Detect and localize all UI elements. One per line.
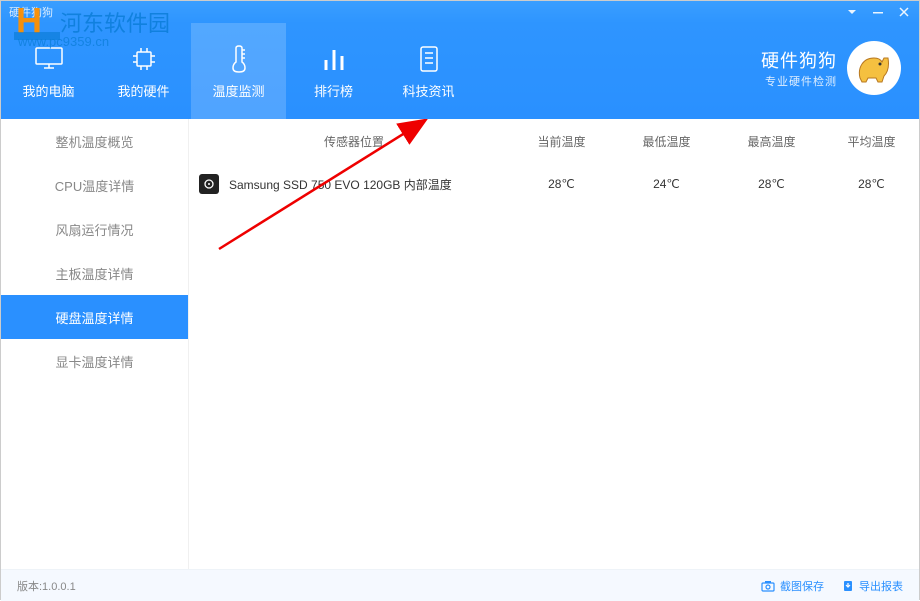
sidebar-item-gpu[interactable]: 显卡温度详情 (1, 339, 188, 383)
sidebar-item-label: 风扇运行情况 (55, 220, 133, 239)
bars-icon (318, 43, 350, 75)
nav-my-computer[interactable]: 我的电脑 (1, 23, 96, 119)
screenshot-button[interactable]: 截图保存 (761, 578, 824, 594)
version-text: 版本:1.0.0.1 (17, 578, 76, 594)
nav-label: 温度监测 (212, 81, 264, 100)
disk-icon (199, 174, 219, 194)
nav-technews[interactable]: 科技资讯 (381, 23, 476, 119)
sensor-name: Samsung SSD 750 EVO 120GB 内部温度 (229, 176, 452, 193)
col-header-max: 最高温度 (719, 133, 824, 150)
cell-avg: 28℃ (824, 177, 919, 191)
brand: 硬件狗狗 专业硬件检测 (761, 41, 901, 95)
nav-my-hardware[interactable]: 我的硬件 (96, 23, 191, 119)
main-nav: 我的电脑 我的硬件 温度监测 排行榜 科技资讯 (1, 23, 476, 119)
table-header: 传感器位置 当前温度 最低温度 最高温度 平均温度 (189, 119, 919, 163)
chip-icon (128, 43, 160, 75)
window-title: 硬件狗狗 (9, 4, 53, 20)
sidebar-item-label: 显卡温度详情 (55, 352, 133, 371)
minimize-icon[interactable] (871, 5, 885, 19)
menu-icon[interactable] (845, 5, 859, 19)
sidebar-item-label: 整机温度概览 (55, 132, 133, 151)
col-header-avg: 平均温度 (824, 133, 919, 150)
export-icon (842, 580, 854, 592)
sidebar-item-mainboard[interactable]: 主板温度详情 (1, 251, 188, 295)
nav-ranking[interactable]: 排行榜 (286, 23, 381, 119)
cell-current: 28℃ (509, 177, 614, 191)
cell-max: 28℃ (719, 177, 824, 191)
nav-temperature[interactable]: 温度监测 (191, 23, 286, 119)
export-label: 导出报表 (859, 578, 903, 594)
sidebar-item-cpu[interactable]: CPU温度详情 (1, 163, 188, 207)
nav-label: 排行榜 (314, 81, 353, 100)
nav-label: 我的电脑 (22, 81, 74, 100)
nav-label: 科技资讯 (402, 81, 454, 100)
monitor-icon (33, 43, 65, 75)
titlebar: 硬件狗狗 (1, 1, 919, 23)
sidebar: 整机温度概览 CPU温度详情 风扇运行情况 主板温度详情 硬盘温度详情 显卡温度… (1, 119, 189, 569)
brand-subtitle: 专业硬件检测 (761, 73, 837, 89)
brand-title: 硬件狗狗 (761, 47, 837, 73)
cell-min: 24℃ (614, 177, 719, 191)
sidebar-item-overview[interactable]: 整机温度概览 (1, 119, 188, 163)
sidebar-item-label: CPU温度详情 (55, 176, 134, 195)
document-icon (413, 43, 445, 75)
camera-icon (761, 580, 775, 592)
sidebar-item-fan[interactable]: 风扇运行情况 (1, 207, 188, 251)
screenshot-label: 截图保存 (780, 578, 824, 594)
sidebar-item-label: 主板温度详情 (55, 264, 133, 283)
content-area: 传感器位置 当前温度 最低温度 最高温度 平均温度 Samsung SSD 75… (189, 119, 919, 569)
nav-label: 我的硬件 (117, 81, 169, 100)
statusbar: 版本:1.0.0.1 截图保存 导出报表 (1, 569, 919, 601)
col-header-current: 当前温度 (509, 133, 614, 150)
sidebar-item-label: 硬盘温度详情 (55, 308, 133, 327)
sidebar-item-disk[interactable]: 硬盘温度详情 (1, 295, 188, 339)
table-row: Samsung SSD 750 EVO 120GB 内部温度 28℃ 24℃ 2… (189, 163, 919, 205)
brand-logo (847, 41, 901, 95)
thermometer-icon (223, 43, 255, 75)
close-icon[interactable] (897, 5, 911, 19)
col-header-sensor: 传感器位置 (199, 133, 509, 150)
col-header-min: 最低温度 (614, 133, 719, 150)
header: 我的电脑 我的硬件 温度监测 排行榜 科技资讯 (1, 23, 919, 119)
export-button[interactable]: 导出报表 (842, 578, 903, 594)
